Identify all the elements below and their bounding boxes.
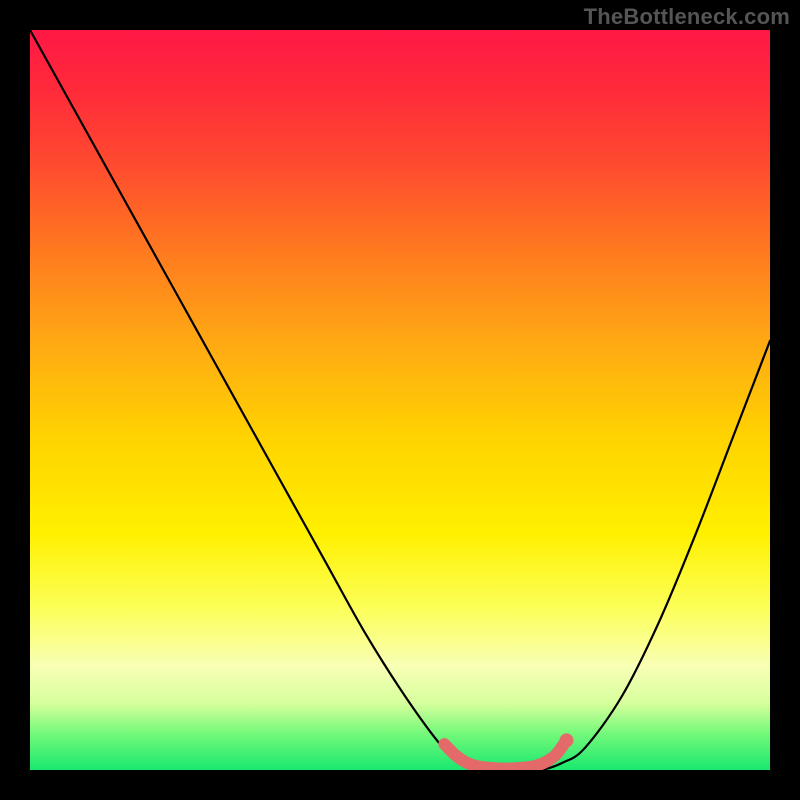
attribution-label: TheBottleneck.com [584, 4, 790, 30]
bottleneck-curve [30, 30, 770, 770]
chart-frame: TheBottleneck.com [0, 0, 800, 800]
plot-area [30, 30, 770, 770]
chart-svg [30, 30, 770, 770]
optimal-zone-end-marker [560, 733, 574, 747]
optimal-zone-highlight [444, 740, 566, 768]
